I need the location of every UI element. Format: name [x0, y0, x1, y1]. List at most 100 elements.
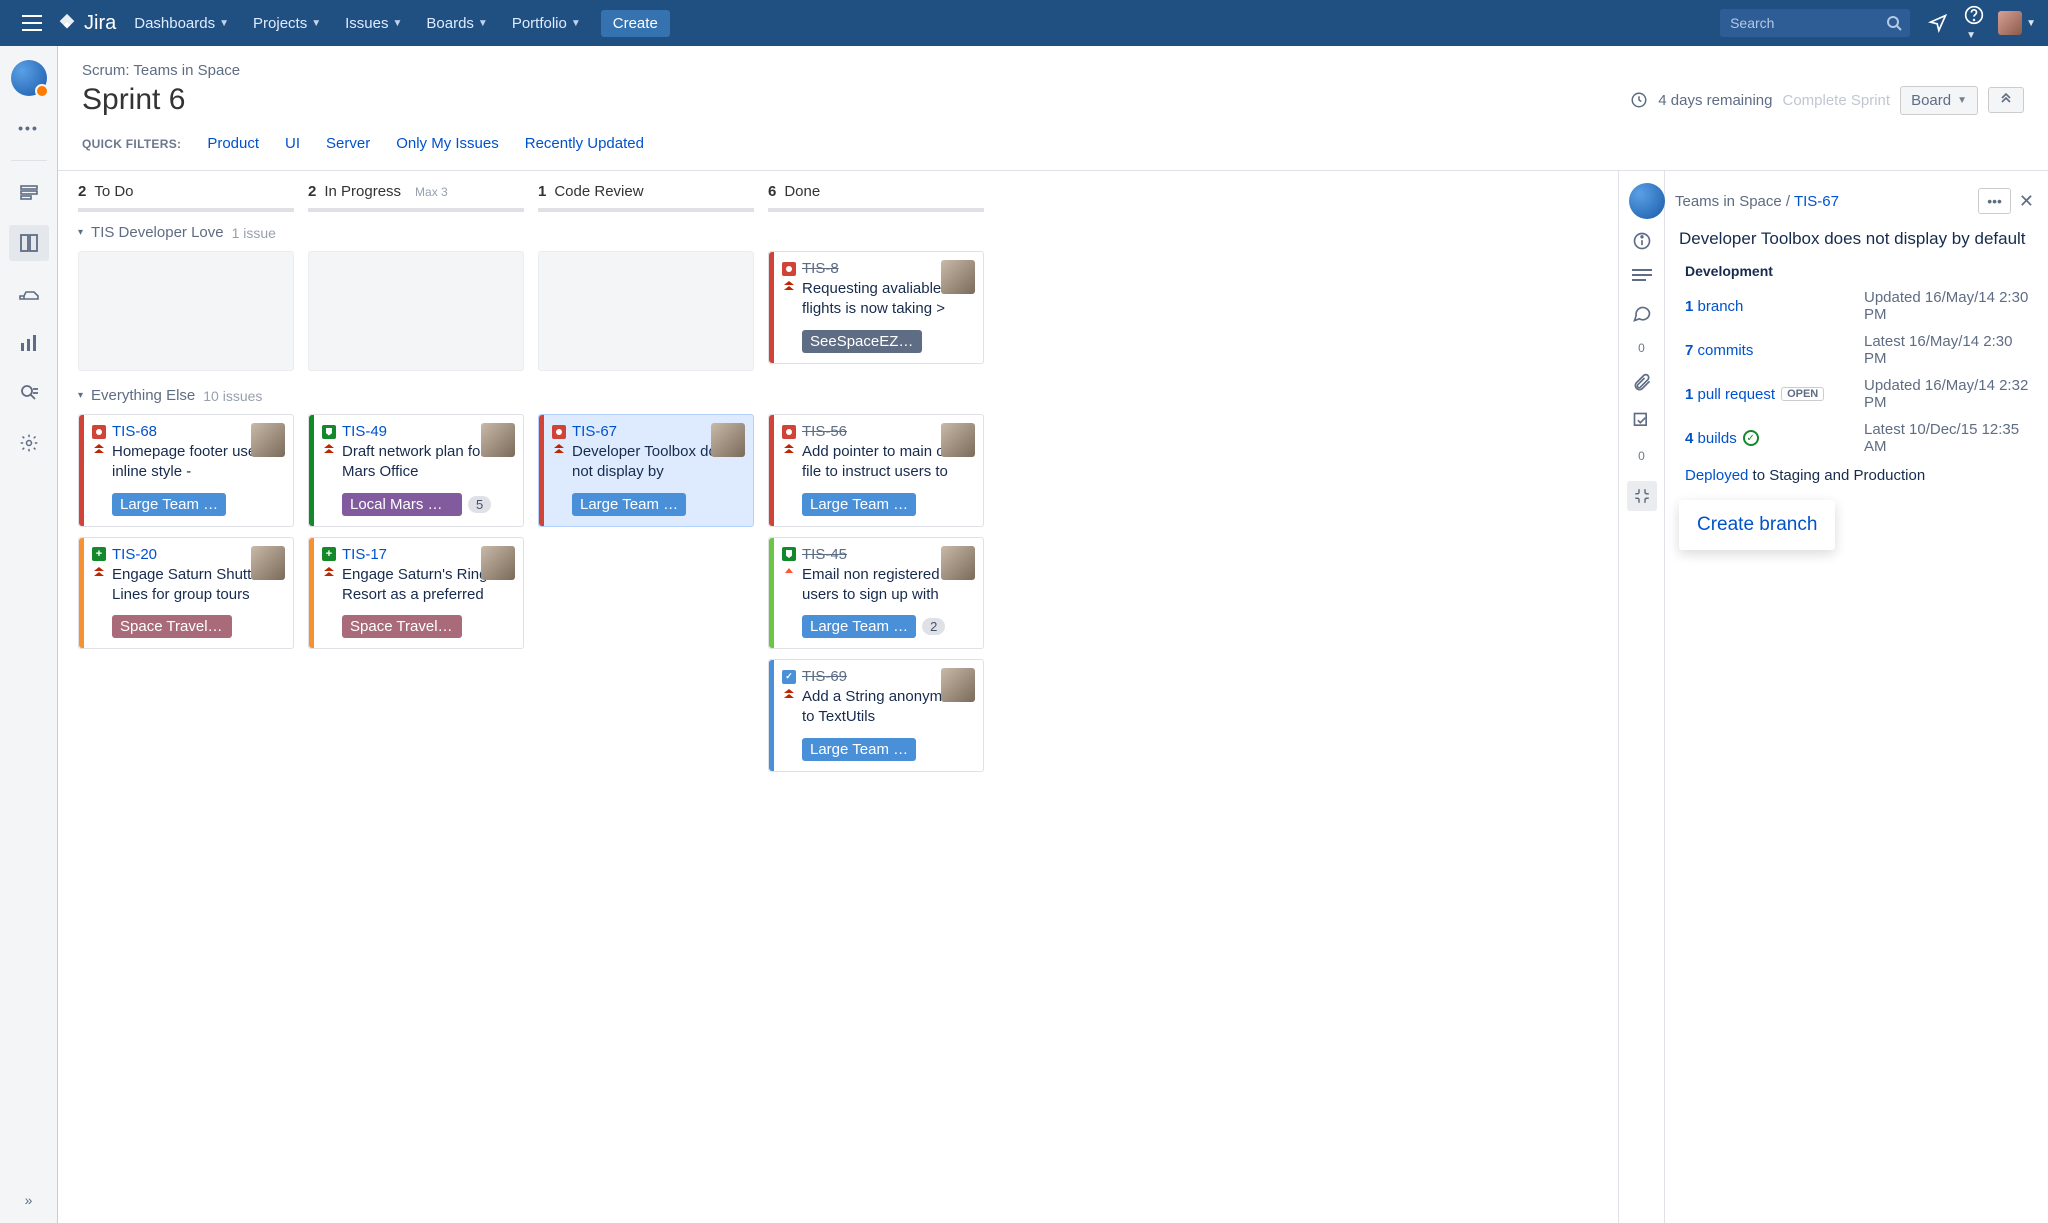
- priority-highest-icon: [782, 442, 796, 456]
- epic-tag[interactable]: Large Team …: [112, 493, 226, 516]
- filter-server[interactable]: Server: [326, 135, 370, 152]
- issue-key[interactable]: TIS-17: [342, 546, 387, 563]
- empty-drop-zone[interactable]: [308, 251, 524, 371]
- column-todo[interactable]: 2To Do: [78, 183, 294, 212]
- epic-tag[interactable]: Large Team …: [572, 493, 686, 516]
- commits-updated: Latest 16/May/14 2:30 PM: [1864, 333, 2034, 367]
- card-tis-8[interactable]: TIS-8 Requesting avaliable flights is no…: [768, 251, 984, 364]
- chevron-down-icon: ▼: [219, 18, 229, 29]
- assignee-avatar[interactable]: [251, 423, 285, 457]
- more-actions-button[interactable]: •••: [1978, 188, 2011, 214]
- search-input[interactable]: [1720, 9, 1910, 37]
- epic-tag[interactable]: SeeSpaceEZ …: [802, 330, 922, 353]
- card-tis-45[interactable]: TIS-45 Email non registered users to sig…: [768, 537, 984, 650]
- filter-recently-updated[interactable]: Recently Updated: [525, 135, 644, 152]
- assignee-avatar[interactable]: [941, 668, 975, 702]
- assignee-avatar[interactable]: [941, 260, 975, 294]
- issue-key-link[interactable]: TIS-67: [1794, 193, 1839, 210]
- epic-tag[interactable]: Space Travel …: [342, 615, 462, 638]
- filter-product[interactable]: Product: [207, 135, 259, 152]
- filter-only-my-issues[interactable]: Only My Issues: [396, 135, 499, 152]
- chevron-down-icon: ▼: [1957, 95, 1967, 106]
- epic-tag[interactable]: Large Team …: [802, 493, 916, 516]
- issue-key[interactable]: TIS-45: [802, 546, 847, 563]
- nav-dashboards[interactable]: Dashboards▼: [124, 9, 239, 38]
- info-icon[interactable]: [1632, 231, 1652, 251]
- project-icon[interactable]: [11, 60, 47, 96]
- branch-link[interactable]: 1 branch: [1685, 298, 1743, 315]
- rail-more[interactable]: •••: [9, 110, 49, 146]
- rail-reports-icon[interactable]: [9, 325, 49, 361]
- column-codereview[interactable]: 1Code Review: [538, 183, 754, 212]
- help-icon[interactable]: ▼: [1956, 1, 1992, 45]
- epic-tag[interactable]: Local Mars O…: [342, 493, 462, 516]
- card-tis-56[interactable]: TIS-56 Add pointer to main css file to i…: [768, 414, 984, 527]
- epic-tag[interactable]: Space Travel …: [112, 615, 232, 638]
- nav-issues[interactable]: Issues▼: [335, 9, 412, 38]
- assignee-avatar[interactable]: [941, 423, 975, 457]
- create-branch-button[interactable]: Create branch: [1679, 500, 1835, 550]
- feedback-icon[interactable]: [1920, 9, 1956, 37]
- epic-tag[interactable]: Large Team …: [802, 615, 916, 638]
- assignee-avatar[interactable]: [481, 546, 515, 580]
- jira-logo[interactable]: Jira: [56, 12, 116, 35]
- filter-ui[interactable]: UI: [285, 135, 300, 152]
- user-avatar[interactable]: [1998, 11, 2022, 35]
- attachments-icon[interactable]: [1632, 373, 1652, 393]
- epic-tag[interactable]: Large Team …: [802, 738, 916, 761]
- nav-projects[interactable]: Projects▼: [243, 9, 331, 38]
- issue-key[interactable]: TIS-8: [802, 260, 839, 277]
- pullrequest-link[interactable]: 1 pull request: [1685, 386, 1775, 403]
- rail-releases-icon[interactable]: [9, 275, 49, 311]
- empty-drop-zone[interactable]: [78, 251, 294, 371]
- column-done[interactable]: 6Done: [768, 183, 984, 212]
- bug-icon: [552, 425, 566, 439]
- rail-expand-icon[interactable]: »: [9, 1187, 49, 1223]
- builds-updated: Latest 10/Dec/15 12:35 AM: [1864, 421, 2034, 455]
- issue-key[interactable]: TIS-56: [802, 423, 847, 440]
- deployed-link[interactable]: Deployed: [1685, 467, 1748, 484]
- empty-drop-zone[interactable]: [538, 251, 754, 371]
- swimlane-everything-else[interactable]: ▾ Everything Else 10 issues: [58, 381, 1618, 410]
- issue-key[interactable]: TIS-68: [112, 423, 157, 440]
- nav-boards[interactable]: Boards▼: [416, 9, 497, 38]
- comments-icon[interactable]: [1632, 303, 1652, 323]
- rail-backlog-icon[interactable]: [9, 175, 49, 211]
- description-icon[interactable]: [1632, 269, 1652, 285]
- board-switcher-button[interactable]: Board▼: [1900, 86, 1978, 115]
- issue-key[interactable]: TIS-49: [342, 423, 387, 440]
- assignee-avatar[interactable]: [711, 423, 745, 457]
- card-tis-17[interactable]: TIS-17 Engage Saturn's Rings Resort as a…: [308, 537, 524, 650]
- rail-search-nav-icon[interactable]: [9, 375, 49, 411]
- column-inprogress[interactable]: 2In ProgressMax 3: [308, 183, 524, 212]
- breadcrumb[interactable]: Scrum: Teams in Space: [82, 62, 2024, 79]
- comments-count: 0: [1638, 341, 1645, 355]
- detail-breadcrumb: Teams in Space / TIS-67: [1675, 193, 1839, 210]
- issue-key[interactable]: TIS-69: [802, 668, 847, 685]
- card-tis-68[interactable]: TIS-68 Homepage footer uses an inline st…: [78, 414, 294, 527]
- card-tis-69[interactable]: TIS-69 Add a String anonymizer to TextUt…: [768, 659, 984, 772]
- commits-link[interactable]: 7 commits: [1685, 342, 1753, 359]
- card-tis-20[interactable]: TIS-20 Engage Saturn Shuttle Lines for g…: [78, 537, 294, 650]
- assignee-avatar[interactable]: [481, 423, 515, 457]
- create-button[interactable]: Create: [601, 10, 670, 37]
- project-avatar[interactable]: [1629, 183, 1665, 219]
- close-icon[interactable]: ✕: [2019, 191, 2034, 212]
- card-tis-49[interactable]: TIS-49 Draft network plan for Mars Offic…: [308, 414, 524, 527]
- issue-key[interactable]: TIS-67: [572, 423, 617, 440]
- subtask-icon[interactable]: [1632, 411, 1652, 431]
- app-switcher-icon[interactable]: [12, 9, 52, 37]
- assignee-avatar[interactable]: [941, 546, 975, 580]
- dev-icon[interactable]: [1627, 481, 1657, 511]
- card-tis-67[interactable]: TIS-67 Developer Toolbox does not displa…: [538, 414, 754, 527]
- nav-portfolio[interactable]: Portfolio▼: [502, 9, 591, 38]
- chevron-down-icon: ▼: [478, 18, 488, 29]
- collapse-icon[interactable]: [1988, 87, 2024, 113]
- builds-link[interactable]: 4 builds: [1685, 430, 1737, 447]
- rail-settings-icon[interactable]: [9, 425, 49, 461]
- assignee-avatar[interactable]: [251, 546, 285, 580]
- rail-board-icon[interactable]: [9, 225, 49, 261]
- swimlane-dev-love[interactable]: ▾ TIS Developer Love 1 issue: [58, 218, 1618, 247]
- issue-key[interactable]: TIS-20: [112, 546, 157, 563]
- complete-sprint-link[interactable]: Complete Sprint: [1783, 92, 1891, 109]
